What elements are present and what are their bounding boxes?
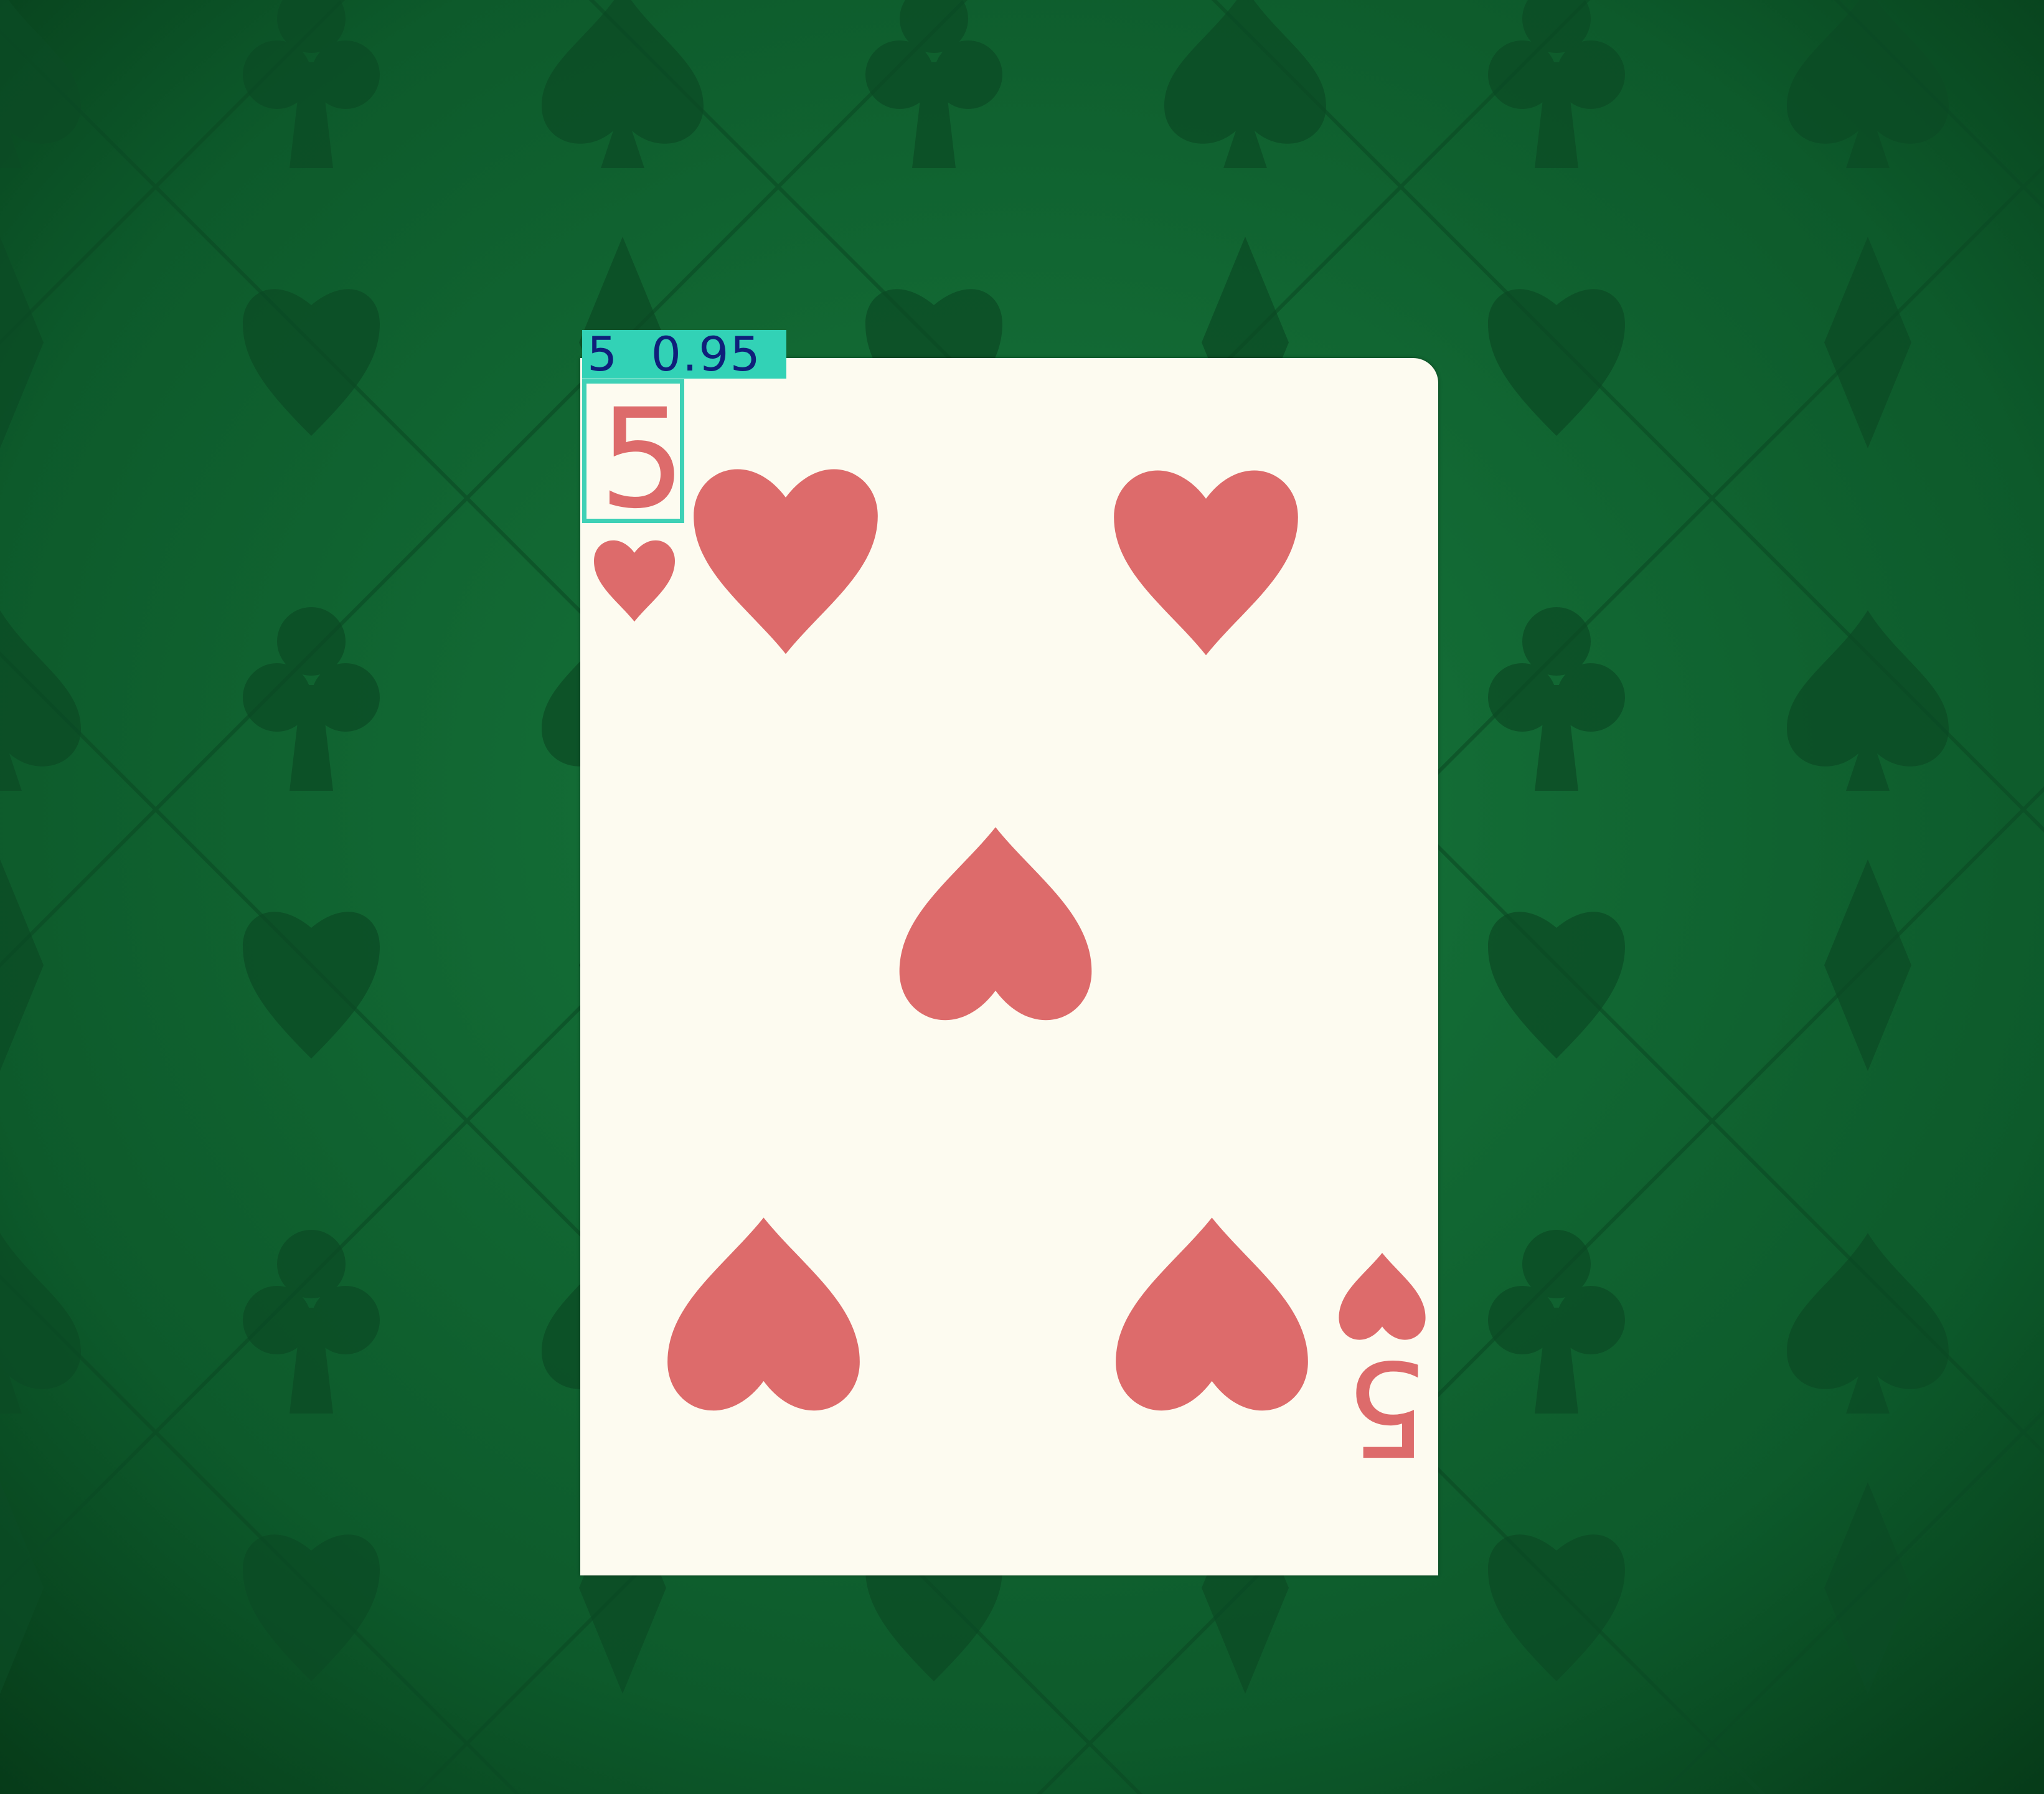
scene: 5 5 5 0.95 — [0, 0, 2044, 1794]
card-rank-bottom-right: 5 — [1345, 1331, 1428, 1484]
heart-pip-center — [899, 827, 1092, 1021]
heart-pip-bottom-right — [1116, 1217, 1308, 1411]
heart-pip-top-right — [1114, 470, 1298, 656]
detection-bounding-box — [582, 379, 684, 523]
detection-label-text: 5 0.95 — [587, 326, 761, 382]
heart-pip-corner-top-left — [594, 540, 675, 622]
playing-card: 5 5 — [580, 358, 1438, 1575]
heart-pip-top-left — [694, 469, 878, 654]
heart-pip-bottom-left — [667, 1217, 860, 1411]
detection-label-tag: 5 0.95 — [582, 330, 786, 379]
